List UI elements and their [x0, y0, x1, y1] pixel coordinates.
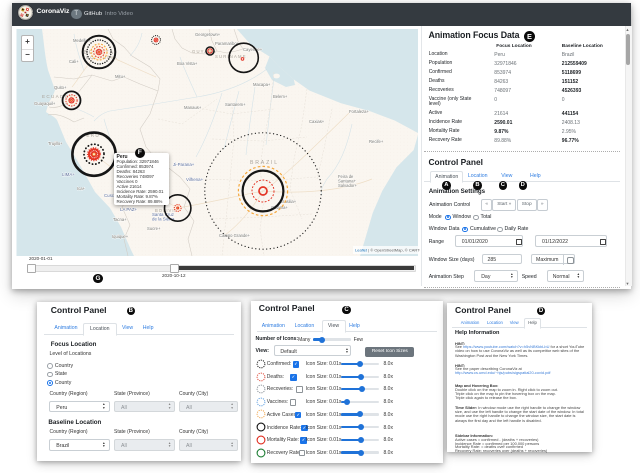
svg-text:Georgetown+: Georgetown+ — [195, 32, 221, 37]
svg-text:Santarem+: Santarem+ — [225, 102, 246, 107]
svg-text:Ji-Parana+: Ji-Parana+ — [173, 162, 195, 167]
svg-text:Trujillo+: Trujillo+ — [48, 141, 63, 146]
svg-text:Boa Vista+: Boa Vista+ — [177, 61, 198, 66]
svg-text:Cayenne+: Cayenne+ — [243, 47, 263, 52]
svg-text:Manaus+: Manaus+ — [184, 105, 202, 110]
svg-text:Caxias+: Caxias+ — [309, 119, 325, 124]
svg-text:Recife+: Recife+ — [369, 139, 384, 144]
svg-text:Vilhena+: Vilhena+ — [186, 177, 204, 182]
svg-text:Leaflet | © OpenStreetMap, © C: Leaflet | © OpenStreetMap, © CARTO — [355, 248, 420, 253]
svg-text:Sucre+: Sucre+ — [147, 226, 161, 231]
svg-text:Fortaleza+: Fortaleza+ — [349, 109, 369, 114]
svg-text:Tacna+: Tacna+ — [113, 217, 127, 222]
svg-text:Iquique+: Iquique+ — [112, 234, 129, 239]
svg-text:Macapa+: Macapa+ — [253, 82, 271, 87]
svg-text:Guayaquil+: Guayaquil+ — [34, 101, 56, 106]
svg-text:LA PAZ+: LA PAZ+ — [120, 207, 138, 212]
svg-text:Ica+: Ica+ — [77, 186, 86, 191]
svg-text:Campo Grande+: Campo Grande+ — [219, 233, 251, 238]
svg-text:Belem+: Belem+ — [273, 94, 288, 99]
svg-text:BRAZIL: BRAZIL — [250, 160, 279, 166]
svg-text:Cali+: Cali+ — [69, 59, 79, 64]
svg-text:Salvador+: Salvador+ — [338, 183, 358, 188]
svg-text:Mitu+: Mitu+ — [115, 74, 126, 79]
svg-text:Quito+: Quito+ — [54, 85, 67, 90]
svg-text:LIMA+: LIMA+ — [62, 172, 75, 177]
